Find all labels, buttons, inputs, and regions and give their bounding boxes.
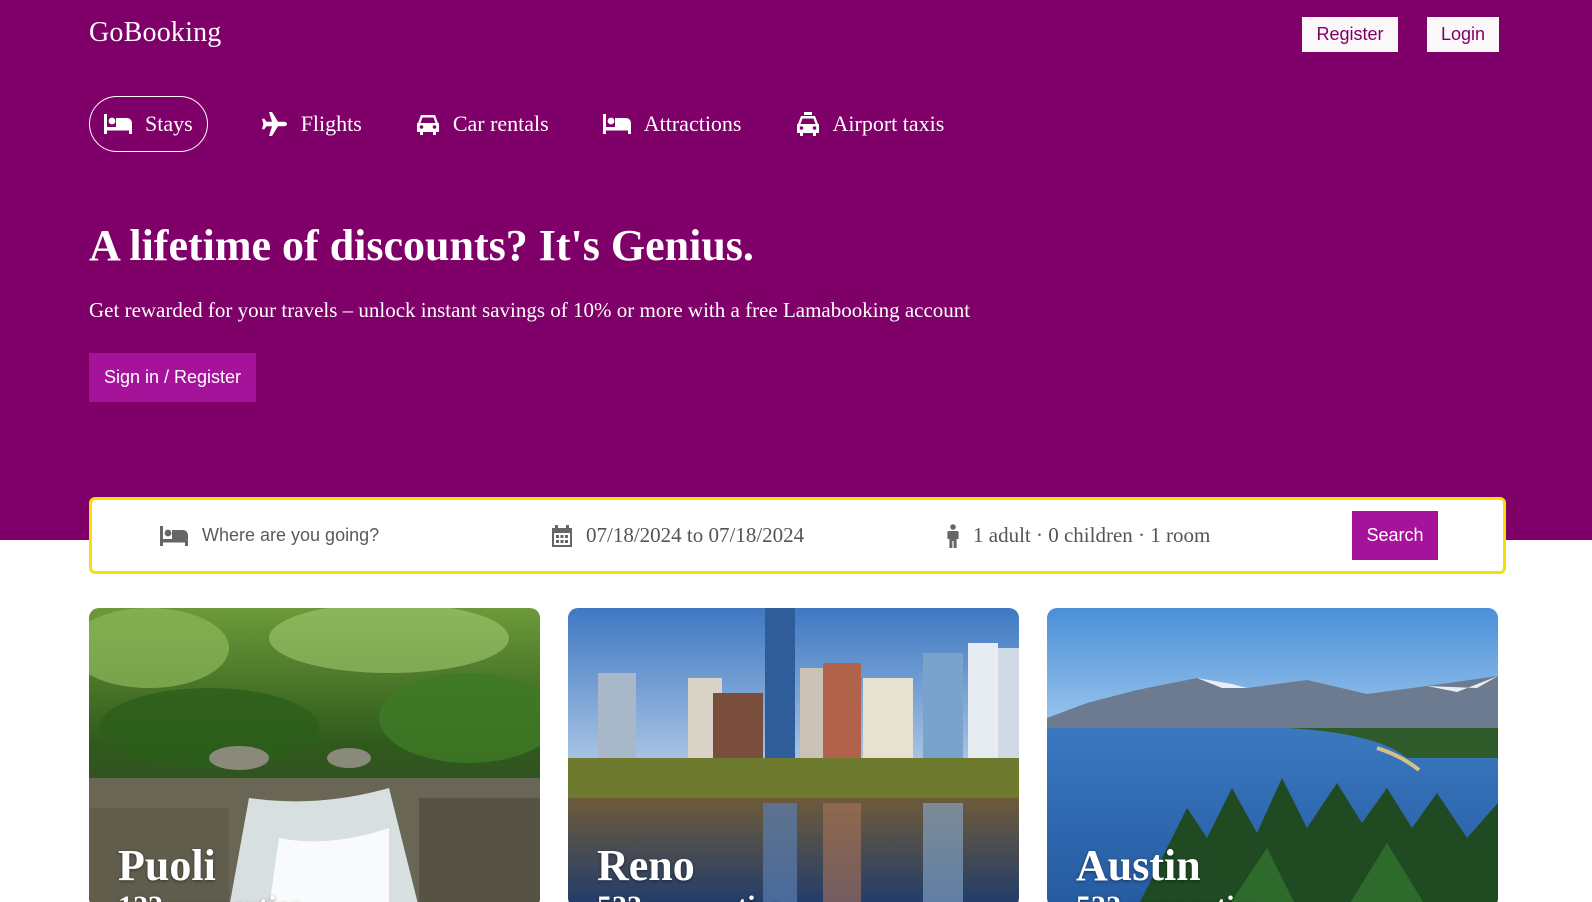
taxi-icon [796, 112, 819, 136]
guests-selector[interactable]: 1 adult · 0 children · 1 room [947, 500, 1210, 571]
nav-label: Stays [145, 111, 193, 136]
logo[interactable]: GoBooking [89, 17, 221, 49]
plane-icon [261, 112, 287, 136]
login-button[interactable]: Login [1427, 17, 1499, 52]
guests-text: 1 adult · 0 children · 1 room [973, 523, 1211, 547]
search-button[interactable]: Search [1352, 511, 1438, 560]
property-count: 533 properties [597, 890, 781, 902]
nav-bar: Stays Flights Car rentals Attractions Ai… [89, 96, 998, 152]
bed-icon [104, 114, 132, 134]
city-name: Puoli [118, 841, 216, 890]
hero-title: A lifetime of discounts? It's Genius. [89, 221, 754, 270]
nav-label: Attractions [643, 111, 742, 136]
date-range-text: 07/18/2024 to 07/18/2024 [586, 523, 805, 547]
nav-item-attractions[interactable]: Attractions [602, 96, 742, 152]
city-card-reno[interactable]: Reno 533 properties [568, 608, 1019, 902]
date-range-picker[interactable]: 07/18/2024 to 07/18/2024 [552, 500, 804, 571]
destination-input[interactable]: Where are you going? [160, 500, 379, 571]
city-card-austin[interactable]: Austin 532 properties [1047, 608, 1498, 902]
person-icon [947, 523, 959, 548]
bed-icon [602, 114, 631, 134]
nav-label: Car rentals [452, 111, 549, 136]
nav-label: Airport taxis [832, 111, 945, 136]
property-count: 532 properties [1076, 890, 1260, 902]
car-icon [416, 115, 439, 135]
city-name: Reno [597, 841, 695, 890]
property-count: 123 properties [118, 890, 302, 902]
destination-placeholder: Where are you going? [202, 525, 380, 545]
hero-description: Get rewarded for your travels – unlock i… [89, 298, 971, 322]
register-button[interactable]: Register [1302, 17, 1398, 52]
nav-item-stays[interactable]: Stays [89, 96, 208, 152]
nav-item-flights[interactable]: Flights [261, 96, 362, 152]
nav-item-car-rentals[interactable]: Car rentals [416, 96, 549, 152]
nav-item-airport-taxis[interactable]: Airport taxis [796, 96, 945, 152]
bed-icon [160, 525, 188, 546]
city-card-puoli[interactable]: Puoli 123 properties [89, 608, 540, 902]
sign-in-register-button[interactable]: Sign in / Register [89, 353, 256, 402]
featured-cities: Puoli 123 properties [89, 608, 1499, 902]
calendar-icon [552, 524, 572, 547]
city-name: Austin [1076, 841, 1201, 890]
search-bar: Where are you going? 07/18/2024 to 07/18… [89, 497, 1506, 574]
nav-label: Flights [300, 111, 362, 136]
